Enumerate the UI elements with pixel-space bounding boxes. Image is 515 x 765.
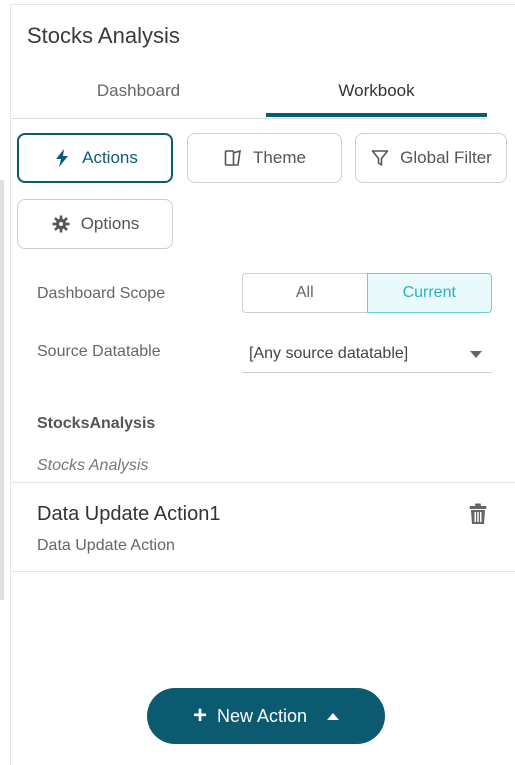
plus-icon: + xyxy=(192,702,207,729)
options-button[interactable]: Options xyxy=(17,199,173,249)
tab-bar: Dashboard Workbook xyxy=(11,73,487,119)
chevron-down-icon xyxy=(470,351,482,358)
list-item[interactable]: Data Update Action1 Data Update Action xyxy=(11,483,515,571)
dashboard-scope-label: Dashboard Scope xyxy=(37,285,166,302)
scope-all-button[interactable]: All xyxy=(242,273,367,313)
scope-current-button[interactable]: Current xyxy=(366,273,492,313)
source-datatable-value: [Any source datatable] xyxy=(249,344,409,362)
action-title: Data Update Action1 xyxy=(37,503,221,525)
chevron-up-icon xyxy=(327,712,340,720)
new-action-label: New Action xyxy=(216,705,308,726)
global-filter-button[interactable]: Global Filter xyxy=(355,133,507,183)
source-datatable-label: Source Datatable xyxy=(37,343,161,360)
gear-icon xyxy=(51,214,71,234)
actions-label: Actions xyxy=(82,148,138,167)
group-subtitle: Stocks Analysis xyxy=(37,457,149,474)
filter-icon xyxy=(370,148,390,168)
action-type: Data Update Action xyxy=(37,537,175,554)
options-label: Options xyxy=(80,214,140,233)
trash-icon[interactable] xyxy=(469,503,489,525)
dashboard-scope-toggle: All Current xyxy=(242,273,492,313)
global-filter-label: Global Filter xyxy=(400,148,492,167)
lightning-icon xyxy=(52,148,72,168)
actions-button[interactable]: Actions xyxy=(17,133,173,183)
tab-dashboard[interactable]: Dashboard xyxy=(11,73,266,117)
divider xyxy=(11,571,515,572)
theme-button[interactable]: Theme xyxy=(187,133,342,183)
outer-scrollbar[interactable] xyxy=(0,180,4,600)
panel-title: Stocks Analysis xyxy=(27,23,180,48)
new-action-button[interactable]: + New Action xyxy=(147,688,385,744)
theme-label: Theme xyxy=(253,148,306,167)
theme-book-icon xyxy=(223,148,243,168)
workbook-panel: Stocks Analysis Dashboard Workbook Actio… xyxy=(10,4,515,765)
source-datatable-select[interactable]: [Any source datatable] xyxy=(242,335,492,373)
tab-workbook[interactable]: Workbook xyxy=(266,73,487,117)
group-name: StocksAnalysis xyxy=(37,415,156,432)
